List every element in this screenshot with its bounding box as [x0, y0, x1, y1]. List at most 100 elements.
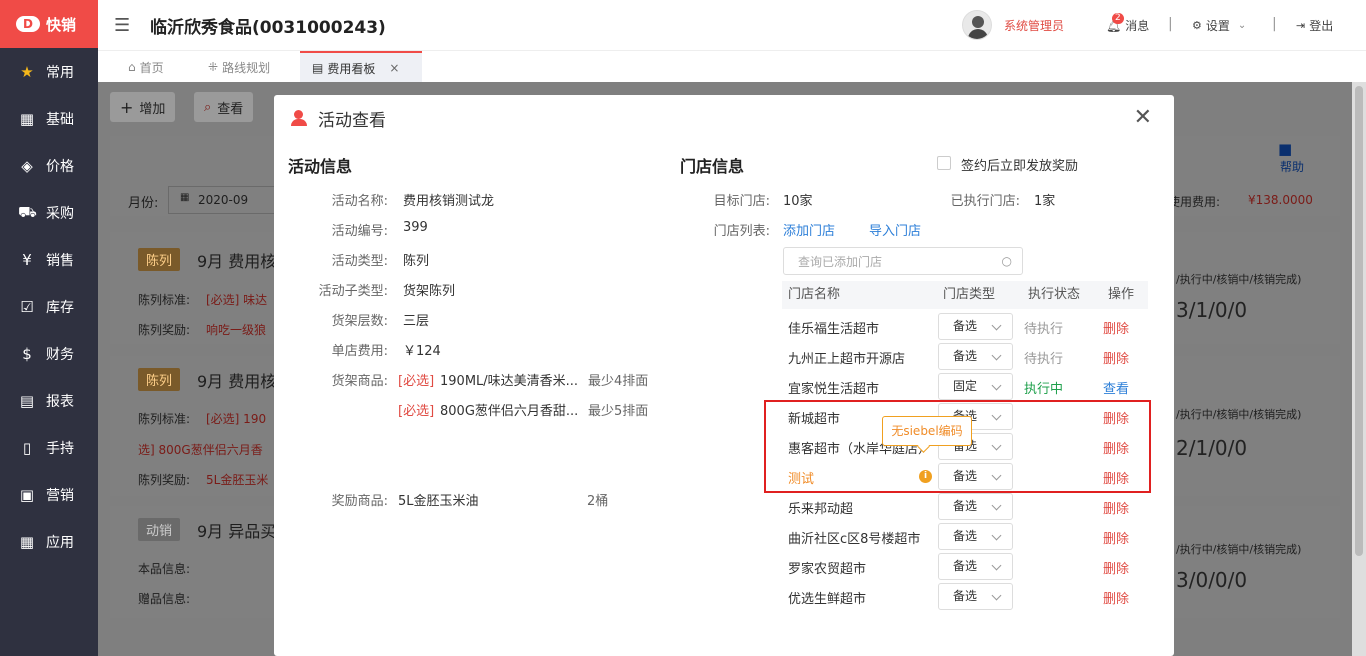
top-bar: ☰ 临沂欣秀食品(0031000243) 系统管理员 🔔︎ 2 消息 | ⚙ 设置…	[98, 0, 1366, 50]
status-counts: 2/1/0/0	[1176, 436, 1248, 460]
video-icon[interactable]: ■	[1278, 140, 1292, 158]
card-field-label: 陈列奖励:	[138, 473, 191, 487]
help-link[interactable]: 帮助	[1280, 158, 1304, 175]
delete-action[interactable]: 删除	[1103, 528, 1129, 547]
status-hint: /执行中/核销中/核销完成)	[1176, 408, 1302, 421]
sign-reward-checkbox[interactable]	[937, 156, 951, 170]
sidebar-item-label: 价格	[46, 158, 74, 175]
close-icon[interactable]: ✕	[1134, 107, 1152, 129]
sidebar-item[interactable]: ¥ 销售	[0, 236, 98, 283]
field-value: 货架陈列	[403, 284, 456, 299]
table-row: 佳乐福生活超市 备选 待执行 删除	[782, 311, 1148, 341]
sidebar-item[interactable]: ☑ 库存	[0, 283, 98, 330]
search-placeholder: 查询已添加门店	[798, 254, 883, 269]
store-type-select[interactable]: 备选	[938, 343, 1013, 370]
sidebar-item[interactable]: ★ 常用	[0, 48, 98, 95]
status-hint: /执行中/核销中/核销完成)	[1176, 273, 1302, 286]
card-field-label: 陈列标准:	[138, 293, 191, 307]
sign-reward-label: 签约后立即发放奖励	[961, 159, 1079, 174]
tab-route-planning[interactable]: ⁜ 路线规划	[208, 51, 270, 83]
scrollbar[interactable]	[1352, 82, 1366, 656]
shelf-goods-name: 190ML/味达美清香米...	[440, 374, 579, 389]
store-type-select[interactable]: 固定	[938, 373, 1013, 400]
activity-tag: 动销	[138, 518, 181, 541]
field-label: 单店费用:	[331, 344, 388, 359]
store-name: 九州正上超市开源店	[788, 352, 906, 367]
store-type-select[interactable]: 备选	[938, 583, 1013, 610]
sidebar-item-label: 手持	[46, 440, 74, 457]
execution-status: 执行中	[1024, 382, 1064, 397]
logout-link[interactable]: ⇥ 登出	[1296, 17, 1333, 34]
store-type-select[interactable]: 备选	[938, 523, 1013, 550]
field-value: 陈列	[403, 254, 430, 269]
sidebar-item[interactable]: ⛟ 采购	[0, 189, 98, 236]
sidebar-item[interactable]: ▦ 基础	[0, 95, 98, 142]
table-row: 乐来邦动超 备选 删除	[782, 491, 1148, 521]
field-value: ￥124	[403, 344, 441, 359]
tab-bar: ⌂ 首页 ⁜ 路线规划 ▤ 费用看板 ×	[98, 50, 1366, 83]
activity-tag: 陈列	[138, 248, 181, 271]
sidebar-item-label: 采购	[46, 205, 74, 222]
delete-action[interactable]: 删除	[1103, 348, 1129, 367]
reward-goods-name: 5L金胚玉米油	[398, 494, 479, 509]
delete-action[interactable]: 删除	[1103, 558, 1129, 577]
field-label: 活动编号:	[331, 224, 388, 239]
sidebar: 快销 ★ 常用 ▦ 基础 ◈ 价格 ⛟ 采购 ¥ 销售 ☑ 库存 $ 财务 ▤ 报表 ▯ 手持 ▣ 营销 ▦ 应用	[0, 0, 98, 656]
bell-icon: 🔔︎ 2	[1106, 12, 1124, 33]
add-store-link[interactable]: 添加门店	[783, 220, 835, 239]
store-name: 优选生鲜超市	[788, 592, 867, 607]
sidebar-item[interactable]: ▤ 报表	[0, 377, 98, 424]
menu-toggle-icon[interactable]: ☰	[114, 15, 134, 36]
avatar[interactable]	[962, 10, 992, 40]
view-label: 查看	[217, 101, 244, 117]
messages-label: 消息	[1125, 19, 1150, 33]
field-label: 活动子类型:	[318, 284, 388, 299]
sidebar-item[interactable]: ▯ 手持	[0, 424, 98, 471]
field-value: 费用核销测试龙	[403, 194, 495, 209]
delete-action[interactable]: 删除	[1103, 498, 1129, 517]
store-name: 罗家农贸超市	[788, 562, 867, 577]
user-menu[interactable]: 系统管理员	[962, 10, 1064, 40]
user-name[interactable]: 系统管理员	[1004, 17, 1064, 34]
sidebar-item[interactable]: ◈ 价格	[0, 142, 98, 189]
status-counts: 3/1/0/0	[1176, 298, 1248, 322]
store-search-input[interactable]: 查询已添加门店 ○	[783, 247, 1023, 275]
scrollbar-thumb[interactable]	[1355, 86, 1363, 556]
close-tab-icon[interactable]: ×	[389, 61, 399, 75]
tab-cost-board[interactable]: ▤ 费用看板 ×	[300, 51, 422, 83]
delete-action[interactable]: 删除	[1103, 318, 1129, 337]
messages-link[interactable]: 🔔︎ 2 消息	[1106, 12, 1150, 34]
store-type-select[interactable]: 备选	[938, 553, 1013, 580]
card-field-value: [必选] 190	[206, 412, 267, 426]
sidebar-item-label: 基础	[46, 111, 74, 128]
store-type-select[interactable]: 备选	[938, 493, 1013, 520]
view-button[interactable]: ⌕ 查看	[194, 92, 254, 122]
settings-link[interactable]: ⚙ 设置 ⌄	[1192, 17, 1246, 34]
status-hint: /执行中/核销中/核销完成)	[1176, 543, 1302, 556]
tag-icon: ◈	[21, 156, 33, 175]
view-action[interactable]: 查看	[1103, 378, 1129, 397]
add-button[interactable]: + 增加	[110, 92, 176, 122]
divider: |	[1168, 16, 1173, 32]
sidebar-item[interactable]: ▣ 营销	[0, 471, 98, 518]
used-cost-label: 使用费用:	[1168, 195, 1221, 209]
tab-home[interactable]: ⌂ 首页	[128, 51, 164, 83]
activity-title: 9月 异品买	[197, 522, 277, 541]
delete-action[interactable]: 删除	[1103, 588, 1129, 607]
field-value: 399	[403, 220, 428, 235]
money-bag-icon: $	[22, 344, 32, 363]
brand-logo[interactable]: 快销	[0, 0, 98, 48]
sidebar-item[interactable]: ▦ 应用	[0, 518, 98, 565]
import-store-link[interactable]: 导入门店	[869, 220, 921, 239]
required-tag: [必选]	[398, 374, 435, 389]
gear-icon: ⚙	[1192, 19, 1202, 32]
executed-stores-value: 1家	[1034, 194, 1056, 209]
store-type-select[interactable]: 备选	[938, 313, 1013, 340]
column-header: 操作	[1108, 287, 1135, 302]
tooltip: 无siebel编码	[882, 416, 972, 446]
shelf-goods-qty: 最少5排面	[588, 404, 649, 419]
column-header: 门店类型	[943, 287, 996, 302]
grid-icon: ▦	[19, 109, 35, 128]
sidebar-item[interactable]: $ 财务	[0, 330, 98, 377]
card-field-label: 陈列奖励:	[138, 323, 191, 337]
